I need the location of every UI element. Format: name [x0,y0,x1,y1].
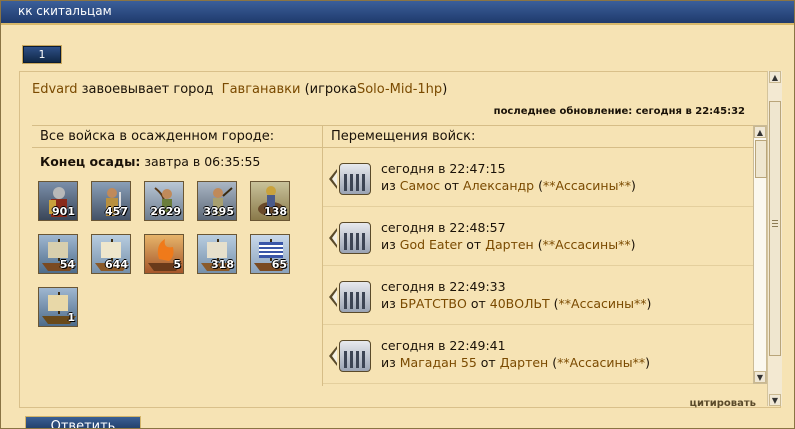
besieged-troops-header: Все войска в осажденном городе: [32,126,322,148]
attacker-player-link[interactable]: Дартен [500,355,549,370]
archer-icon[interactable]: 2629 [144,181,184,221]
scroll-thumb[interactable] [769,101,781,356]
city-link[interactable]: Гавганавки [222,82,301,97]
attacker-player-link[interactable]: Александр [463,178,534,193]
siege-end: Конец осады: завтра в 06:35:55 [40,154,260,169]
from-prefix: из [381,296,396,311]
bireme-icon[interactable]: 644 [91,234,131,274]
scroll-up-icon[interactable]: ▲ [754,126,766,138]
fire-ship-count: 5 [173,258,181,271]
bireme-count: 644 [105,258,128,271]
scroll-up-icon[interactable]: ▲ [769,71,781,83]
movement-time: сегодня в 22:48:57 [381,220,506,235]
alliance-link[interactable]: **Ассасины** [543,178,631,193]
hoplite-count: 901 [52,205,75,218]
attack-icon[interactable] [339,163,371,195]
movement-origin: из Самос от Александр (**Ассасины**) [381,178,636,193]
alliance-link[interactable]: **Ассасины** [543,237,631,252]
colony-ship-icon[interactable]: 1 [38,287,78,327]
horseman-icon[interactable]: 138 [250,181,290,221]
by-prefix: от [466,237,482,252]
from-prefix: из [381,355,396,370]
alliance-link[interactable]: **Ассасины** [559,296,647,311]
reply-button[interactable]: Ответить [25,416,141,428]
origin-city-link[interactable]: Самос [400,178,440,193]
movement-origin: из БРАТСТВО от 40ВОЛЬТ (**Ассасины**) [381,296,652,311]
fire-ship-icon[interactable]: 5 [144,234,184,274]
troop-movements-header: Перемещения войск: [323,126,753,148]
transport-ship-icon[interactable]: 54 [38,234,78,274]
conquest-headline: Edvard завоевывает город Гавганавки (игр… [32,82,447,97]
scroll-thumb[interactable] [755,140,767,178]
page-1-button[interactable]: 1 [23,46,61,63]
action-text: завоевывает город [81,82,214,97]
scroll-down-icon[interactable]: ▼ [769,394,781,406]
owner-suffix: ) [442,82,448,97]
movement-item: сегодня в 22:49:41 из Магадан 55 от Дарт… [323,325,753,384]
transport-ship-count: 54 [59,258,75,271]
by-prefix: от [444,178,460,193]
owner-prefix: (игрока [304,82,357,97]
movement-origin: из God Eater от Дартен (**Ассасины**) [381,237,636,252]
trireme-icon[interactable]: 318 [197,234,237,274]
origin-city-link[interactable]: БРАТСТВО [400,296,467,311]
quote-link[interactable]: цитировать [690,398,756,409]
origin-city-link[interactable]: Магадан 55 [400,355,477,370]
page-scrollbar[interactable]: ▲ ▼ [767,71,782,406]
thread-title: кк скитальцам [18,4,112,18]
troop-movements-panel: Перемещения войск: сегодня в 22:47:15 из… [323,125,753,386]
post-body: Edvard завоевывает город Гавганавки (игр… [19,71,781,408]
forum-window: кк скитальцам 1 Edvard завоевывает город… [0,0,795,429]
movement-time: сегодня в 22:49:33 [381,279,506,294]
last-update-text: последнее обновление: сегодня в 22:45:32 [493,106,745,117]
thread-title-bar: кк скитальцам [1,1,794,25]
slinger-count: 3395 [203,205,234,218]
fast-transport-icon[interactable]: 65 [250,234,290,274]
colony-ship-count: 1 [67,311,75,324]
attacker-player-link[interactable]: 40ВОЛЬТ [490,296,550,311]
movement-item: сегодня в 22:49:33 из БРАТСТВО от 40ВОЛЬ… [323,266,753,325]
besieged-troops-panel: Все войска в осажденном городе: Конец ос… [32,125,323,386]
attacker-player-link[interactable]: Дартен [485,237,534,252]
fast-transport-count: 65 [271,258,287,271]
scroll-down-icon[interactable]: ▼ [754,371,766,383]
swordsman-icon[interactable]: 457 [91,181,131,221]
by-prefix: от [470,296,486,311]
siege-end-label: Конец осады: [40,154,141,169]
movement-item: сегодня в 22:48:57 из God Eater от Дарте… [323,207,753,266]
attack-icon[interactable] [339,222,371,254]
archer-count: 2629 [150,205,181,218]
movements-scrollbar[interactable]: ▲ ▼ [753,125,767,384]
from-prefix: из [381,237,396,252]
attack-icon[interactable] [339,340,371,372]
by-prefix: от [480,355,496,370]
horseman-count: 138 [264,205,287,218]
from-prefix: из [381,178,396,193]
movement-time: сегодня в 22:47:15 [381,161,506,176]
trireme-count: 318 [211,258,234,271]
origin-city-link[interactable]: God Eater [400,237,463,252]
movement-time: сегодня в 22:49:41 [381,338,506,353]
siege-end-time: завтра в 06:35:55 [144,154,261,169]
movement-item: сегодня в 22:47:15 из Самос от Александр… [323,148,753,207]
hoplite-icon[interactable]: 901 [38,181,78,221]
movement-origin: из Магадан 55 от Дартен (**Ассасины**) [381,355,650,370]
attacker-link[interactable]: Edvard [32,82,78,97]
slinger-icon[interactable]: 3395 [197,181,237,221]
swordsman-count: 457 [105,205,128,218]
owner-link[interactable]: Solo-Mid-1hp [357,82,442,97]
alliance-link[interactable]: **Ассасины** [557,355,645,370]
attack-icon[interactable] [339,281,371,313]
